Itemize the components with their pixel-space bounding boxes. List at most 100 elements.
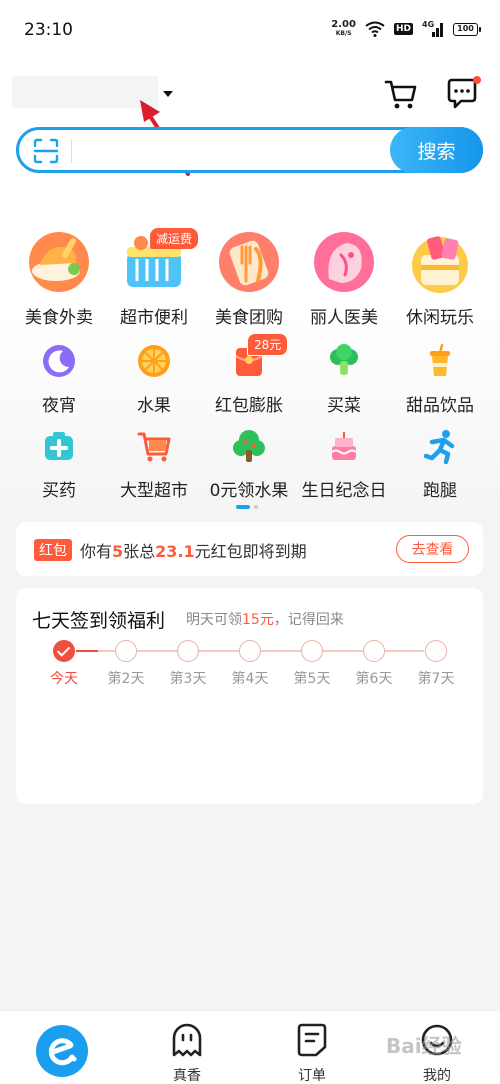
- message-notification-dot: [473, 76, 481, 84]
- eleme-home-icon: [48, 1038, 77, 1066]
- nav-label: 我的: [423, 1068, 451, 1084]
- search-input[interactable]: [77, 135, 377, 165]
- category-pager: [236, 505, 258, 509]
- leisure-icon: [412, 236, 468, 293]
- nav-orders[interactable]: 订单: [272, 1023, 352, 1084]
- category-label: 大型超市: [120, 481, 188, 501]
- net-speed-value: 2.00: [331, 19, 356, 30]
- hd-badge: HD: [393, 23, 413, 35]
- category-label: 休闲玩乐: [406, 308, 474, 328]
- vegetable-icon: [330, 344, 358, 375]
- nav-zhenxiang[interactable]: 真香: [147, 1023, 227, 1084]
- category-label: 美食团购: [215, 308, 283, 328]
- red-packet-notice: 红包 你有5张总23.1元红包即将到期 去查看: [16, 522, 483, 576]
- beauty-icon: [314, 232, 374, 292]
- category-errand[interactable]: 跑腿: [392, 428, 488, 508]
- search-divider: [71, 139, 72, 163]
- category-label: 红包膨胀: [215, 396, 283, 416]
- category-leisure[interactable]: 休闲玩乐: [392, 229, 488, 329]
- category-label: 超市便利: [120, 308, 188, 328]
- checkin-day[interactable]: 今天: [34, 640, 94, 688]
- category-label: 甜品饮品: [406, 396, 474, 416]
- cake-icon: [331, 432, 357, 460]
- category-medicine[interactable]: 买药: [11, 428, 107, 508]
- rp-text-after: 元红包即将到期: [194, 542, 307, 561]
- category-group-buy[interactable]: 美食团购: [201, 229, 297, 329]
- checkin-day-label: 第5天: [293, 671, 331, 687]
- nav-label: 真香: [173, 1068, 201, 1084]
- checkin-day[interactable]: 第4天: [220, 640, 280, 688]
- category-label: 买菜: [327, 396, 361, 416]
- category-food-delivery[interactable]: 美食外卖: [11, 229, 107, 329]
- rp-text-before: 你有: [80, 542, 113, 561]
- ck-sub-before: 明天可领: [186, 612, 242, 628]
- checkin-circle: [301, 640, 323, 662]
- ck-sub-after: ，记得回来: [273, 612, 344, 628]
- food-delivery-icon: [29, 232, 89, 292]
- scan-icon[interactable]: [33, 138, 59, 164]
- category-label: 跑腿: [423, 481, 457, 501]
- category-label: 水果: [137, 396, 171, 416]
- nav-home[interactable]: [36, 1025, 88, 1077]
- status-icons: 2.00 KB/S HD 4G 100: [331, 20, 481, 38]
- checkin-day[interactable]: 第3天: [158, 640, 218, 688]
- red-packet-tag: 红包: [34, 539, 72, 561]
- category-label: 美食外卖: [25, 308, 93, 328]
- checkin-day[interactable]: 第7天: [406, 640, 466, 688]
- group-buy-food-icon: [219, 232, 279, 292]
- ck-sub-amount: 15元: [242, 612, 274, 628]
- status-bar: 23:10 2.00 KB/S HD 4G 100: [0, 0, 500, 60]
- moon-icon: [43, 345, 75, 377]
- tree-icon: [233, 430, 265, 462]
- signal-label: 4G: [422, 20, 435, 29]
- free-shipping-badge: 减运费: [150, 228, 199, 249]
- search-bar: 搜索: [16, 127, 483, 173]
- checkin-card: 七天签到领福利 明天可领15元，记得回来 今天 第2天 第3天 第4天 第5天 …: [16, 588, 483, 804]
- checkin-day-label: 第2天: [107, 671, 145, 687]
- category-label: 0元领水果: [209, 481, 289, 501]
- checkin-check-icon: [53, 640, 75, 662]
- checkin-day[interactable]: 第5天: [282, 640, 342, 688]
- checkin-circle: [363, 640, 385, 662]
- shopping-cart-icon: [137, 432, 171, 462]
- network-speed: 2.00 KB/S: [331, 20, 356, 38]
- checkin-day[interactable]: 第2天: [96, 640, 156, 688]
- category-label: 买药: [42, 481, 76, 501]
- pager-dot: [254, 505, 258, 509]
- category-fruit[interactable]: 水果: [106, 343, 202, 423]
- checkin-day-label: 今天: [50, 671, 78, 687]
- view-red-packet-button[interactable]: 去查看: [396, 535, 469, 563]
- checkin-subtitle: 明天可领15元，记得回来: [186, 609, 344, 629]
- signal-icon: 4G: [422, 20, 444, 37]
- checkin-day-label: 第4天: [231, 671, 269, 687]
- checkin-circle: [177, 640, 199, 662]
- battery-level: 100: [457, 23, 474, 33]
- red-packet-text: 你有5张总23.1元红包即将到期: [80, 538, 307, 562]
- drink-icon: [430, 343, 450, 376]
- category-late-night[interactable]: 夜宵: [11, 343, 107, 423]
- search-button[interactable]: 搜索: [390, 127, 483, 173]
- checkin-day-label: 第3天: [169, 671, 207, 687]
- checkin-day[interactable]: 第6天: [344, 640, 404, 688]
- ghost-face-icon: [172, 1023, 202, 1057]
- cart-icon[interactable]: [384, 78, 418, 110]
- checkin-day-label: 第6天: [355, 671, 393, 687]
- checkin-title: 七天签到领福利: [32, 610, 166, 632]
- category-birthday[interactable]: 生日纪念日: [296, 428, 392, 508]
- category-beauty[interactable]: 丽人医美: [296, 229, 392, 329]
- net-speed-unit: KB/S: [335, 30, 352, 37]
- orange-icon: [138, 345, 170, 377]
- category-vegetables[interactable]: 买菜: [296, 343, 392, 423]
- nav-label: 订单: [298, 1068, 326, 1084]
- category-big-supermarket[interactable]: 大型超市: [106, 428, 202, 508]
- category-free-fruit[interactable]: 0元领水果: [201, 428, 297, 508]
- category-drinks[interactable]: 甜品饮品: [392, 343, 488, 423]
- rp-text-mid: 张总: [123, 542, 156, 561]
- caret-down-icon[interactable]: [163, 91, 173, 97]
- runner-icon: [423, 430, 455, 464]
- battery-icon: 100: [453, 22, 481, 36]
- category-label: 生日纪念日: [301, 481, 387, 501]
- checkin-circle: [425, 640, 447, 662]
- red-packet-amount-badge: 28元: [247, 333, 289, 356]
- checkin-day-label: 第7天: [417, 671, 455, 687]
